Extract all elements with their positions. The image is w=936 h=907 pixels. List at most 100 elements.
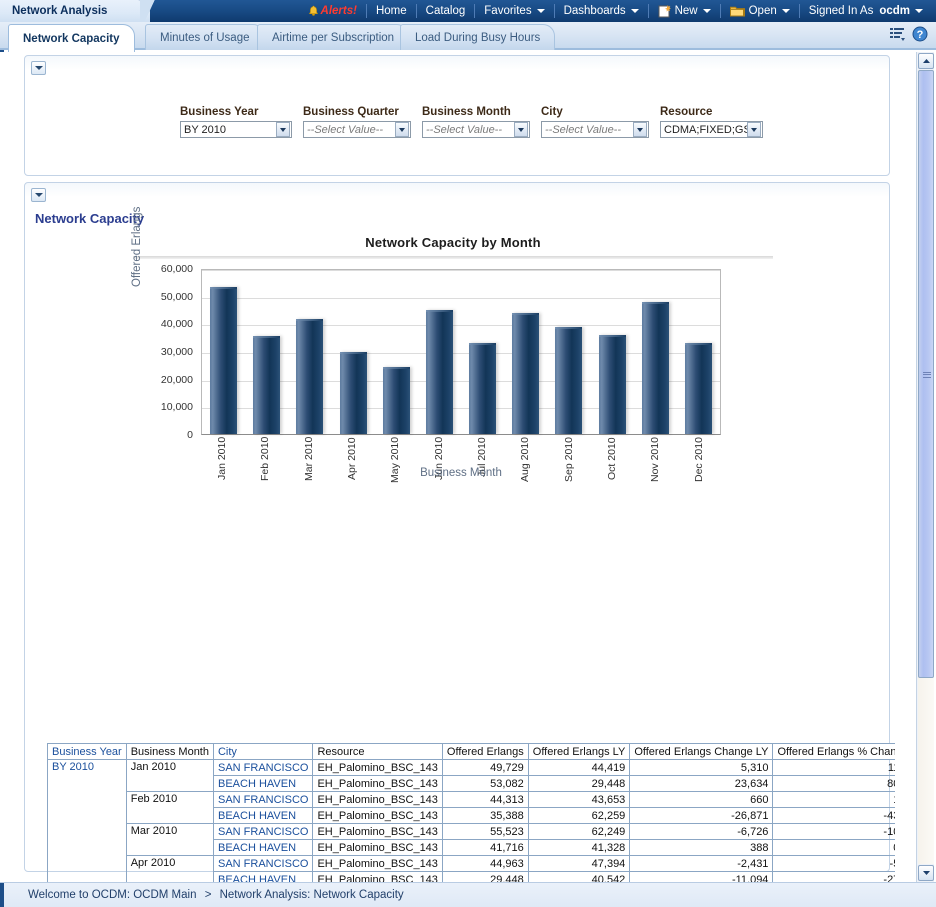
tab-airtime-per-subscription[interactable]: Airtime per Subscription	[257, 24, 409, 50]
chevron-down-icon[interactable]	[276, 122, 290, 137]
chart-x-label-cell: Feb 2010	[244, 437, 287, 487]
cell-offered-erlangs-ly: 62,249	[528, 824, 630, 840]
cell-offered-erlangs-ly: 47,394	[528, 856, 630, 872]
nav-favorites[interactable]: Favorites	[475, 0, 553, 22]
chevron-down-icon[interactable]	[395, 122, 409, 137]
chart-x-tick-label: Aug 2010	[520, 437, 531, 487]
cell-business-month: Apr 2010	[126, 856, 213, 883]
tab-label: Airtime per Subscription	[272, 32, 394, 44]
brand-tab-curve	[140, 0, 168, 22]
chevron-down-icon[interactable]	[633, 122, 647, 137]
chart-bar-cell	[547, 270, 590, 434]
chart-bar-cell	[634, 270, 677, 434]
chart-x-label-cell: Oct 2010	[591, 437, 634, 487]
chart-x-label-cell: Apr 2010	[331, 437, 374, 487]
nav-dashboards[interactable]: Dashboards	[555, 0, 648, 22]
cell-offered-erlangs-change-ly: 5,310	[630, 760, 773, 776]
breadcrumb-welcome: Welcome to OCDM: OCDM Main	[28, 889, 196, 901]
resource-select[interactable]: CDMA;FIXED;GSM	[660, 121, 763, 138]
cell-city[interactable]: SAN FRANCISCO	[213, 792, 312, 808]
business-month-select[interactable]: --Select Value--	[422, 121, 530, 138]
cell-offered-erlangs: 53,082	[442, 776, 528, 792]
chart-bar[interactable]	[512, 313, 539, 434]
collapse-report-button[interactable]	[31, 188, 46, 202]
chart-bar[interactable]	[253, 336, 280, 434]
cell-business-month: Feb 2010	[126, 792, 213, 824]
chart-x-axis-title: Business Month	[201, 467, 721, 479]
chart-bar[interactable]	[383, 367, 410, 434]
chevron-down-icon	[35, 193, 43, 197]
page-options-icon[interactable]	[890, 27, 906, 46]
scrollbar-track[interactable]	[918, 70, 934, 864]
scrollbar-thumb[interactable]	[918, 70, 934, 678]
signed-in-as-menu[interactable]: Signed In As ocdm	[800, 0, 932, 22]
filter-fields: Business Year BY 2010 Business Quarter -…	[180, 106, 763, 138]
cell-city[interactable]: SAN FRANCISCO	[213, 824, 312, 840]
table-row: BY 2010Jan 2010SAN FRANCISCOEH_Palomino_…	[48, 760, 896, 776]
chart-y-tick-label: 10,000	[161, 401, 193, 413]
chart-bar[interactable]	[469, 343, 496, 434]
cell-city[interactable]: BEACH HAVEN	[213, 808, 312, 824]
chart-title-rule	[133, 256, 773, 259]
scroll-up-button[interactable]	[918, 53, 934, 69]
chart-bar[interactable]	[555, 327, 582, 434]
chevron-down-icon[interactable]	[747, 122, 761, 137]
business-quarter-select[interactable]: --Select Value--	[303, 121, 411, 138]
chart-bar[interactable]	[340, 352, 367, 434]
chart-x-label-cell: Nov 2010	[634, 437, 677, 487]
tab-network-capacity[interactable]: Network Capacity	[8, 24, 135, 52]
chart-x-tick-label: Jun 2010	[434, 437, 445, 487]
chart-x-tick-label: Dec 2010	[694, 437, 705, 487]
brand-tab-label: Network Analysis	[12, 5, 107, 17]
chevron-down-icon[interactable]	[514, 122, 528, 137]
city-select[interactable]: --Select Value--	[541, 121, 649, 138]
chart-x-axis-labels: Jan 2010Feb 2010Mar 2010Apr 2010May 2010…	[201, 437, 721, 487]
alerts-link[interactable]: Alerts!	[299, 0, 366, 22]
nav-catalog[interactable]: Catalog	[417, 0, 475, 22]
business-year-select[interactable]: BY 2010	[180, 121, 292, 138]
chart-x-tick-label: Jan 2010	[217, 437, 228, 487]
nav-open-label: Open	[749, 5, 777, 17]
cell-city[interactable]: SAN FRANCISCO	[213, 760, 312, 776]
nav-new[interactable]: New	[649, 0, 720, 22]
chart-x-label-cell: Mar 2010	[288, 437, 331, 487]
chart-plot-area	[201, 269, 721, 435]
chart-bar-cell	[202, 270, 245, 434]
page-vertical-scrollbar[interactable]	[916, 52, 934, 882]
cell-offered-erlangs-ly: 41,328	[528, 840, 630, 856]
help-icon[interactable]: ?	[912, 26, 928, 47]
nav-open[interactable]: Open	[721, 0, 799, 22]
chart-bar[interactable]	[296, 319, 323, 434]
cell-resource: EH_Palomino_BSC_143	[313, 760, 442, 776]
cell-city[interactable]: SAN FRANCISCO	[213, 856, 312, 872]
chart-x-tick-label: Oct 2010	[607, 437, 618, 487]
chart-y-tick-label: 50,000	[161, 291, 193, 303]
cell-city[interactable]: BEACH HAVEN	[213, 840, 312, 856]
table-row: Mar 2010SAN FRANCISCOEH_Palomino_BSC_143…	[48, 824, 896, 840]
cell-business-year[interactable]: BY 2010	[48, 760, 127, 883]
collapse-filters-button[interactable]	[31, 61, 46, 75]
cell-city[interactable]: BEACH HAVEN	[213, 776, 312, 792]
cell-offered-erlangs-ly: 43,653	[528, 792, 630, 808]
scroll-down-button[interactable]	[918, 865, 934, 881]
table-column-header[interactable]: City	[213, 744, 312, 760]
cell-offered-erlangs-pct-change-ly: -5.13%	[773, 856, 895, 872]
nav-home[interactable]: Home	[367, 0, 416, 22]
chart-bar[interactable]	[685, 343, 712, 434]
chart-x-tick-label: Sep 2010	[564, 437, 575, 487]
bell-icon	[308, 5, 319, 17]
chart-y-tick-label: 30,000	[161, 346, 193, 358]
cell-offered-erlangs-ly: 62,259	[528, 808, 630, 824]
tab-load-during-busy-hours[interactable]: Load During Busy Hours	[400, 24, 555, 50]
chart-bar[interactable]	[642, 302, 669, 434]
table-column-header[interactable]: Business Year	[48, 744, 127, 760]
chart-bar[interactable]	[210, 287, 237, 434]
chart-bar[interactable]	[599, 335, 626, 434]
chart-bar[interactable]	[426, 310, 453, 434]
chart-y-tick-label: 40,000	[161, 318, 193, 330]
cell-offered-erlangs-change-ly: 388	[630, 840, 773, 856]
cell-business-month: Mar 2010	[126, 824, 213, 856]
global-nav: Alerts! Home Catalog Favorites Dashboard…	[299, 0, 932, 22]
cell-city[interactable]: BEACH HAVEN	[213, 872, 312, 883]
tab-minutes-of-usage[interactable]: Minutes of Usage	[145, 24, 265, 50]
